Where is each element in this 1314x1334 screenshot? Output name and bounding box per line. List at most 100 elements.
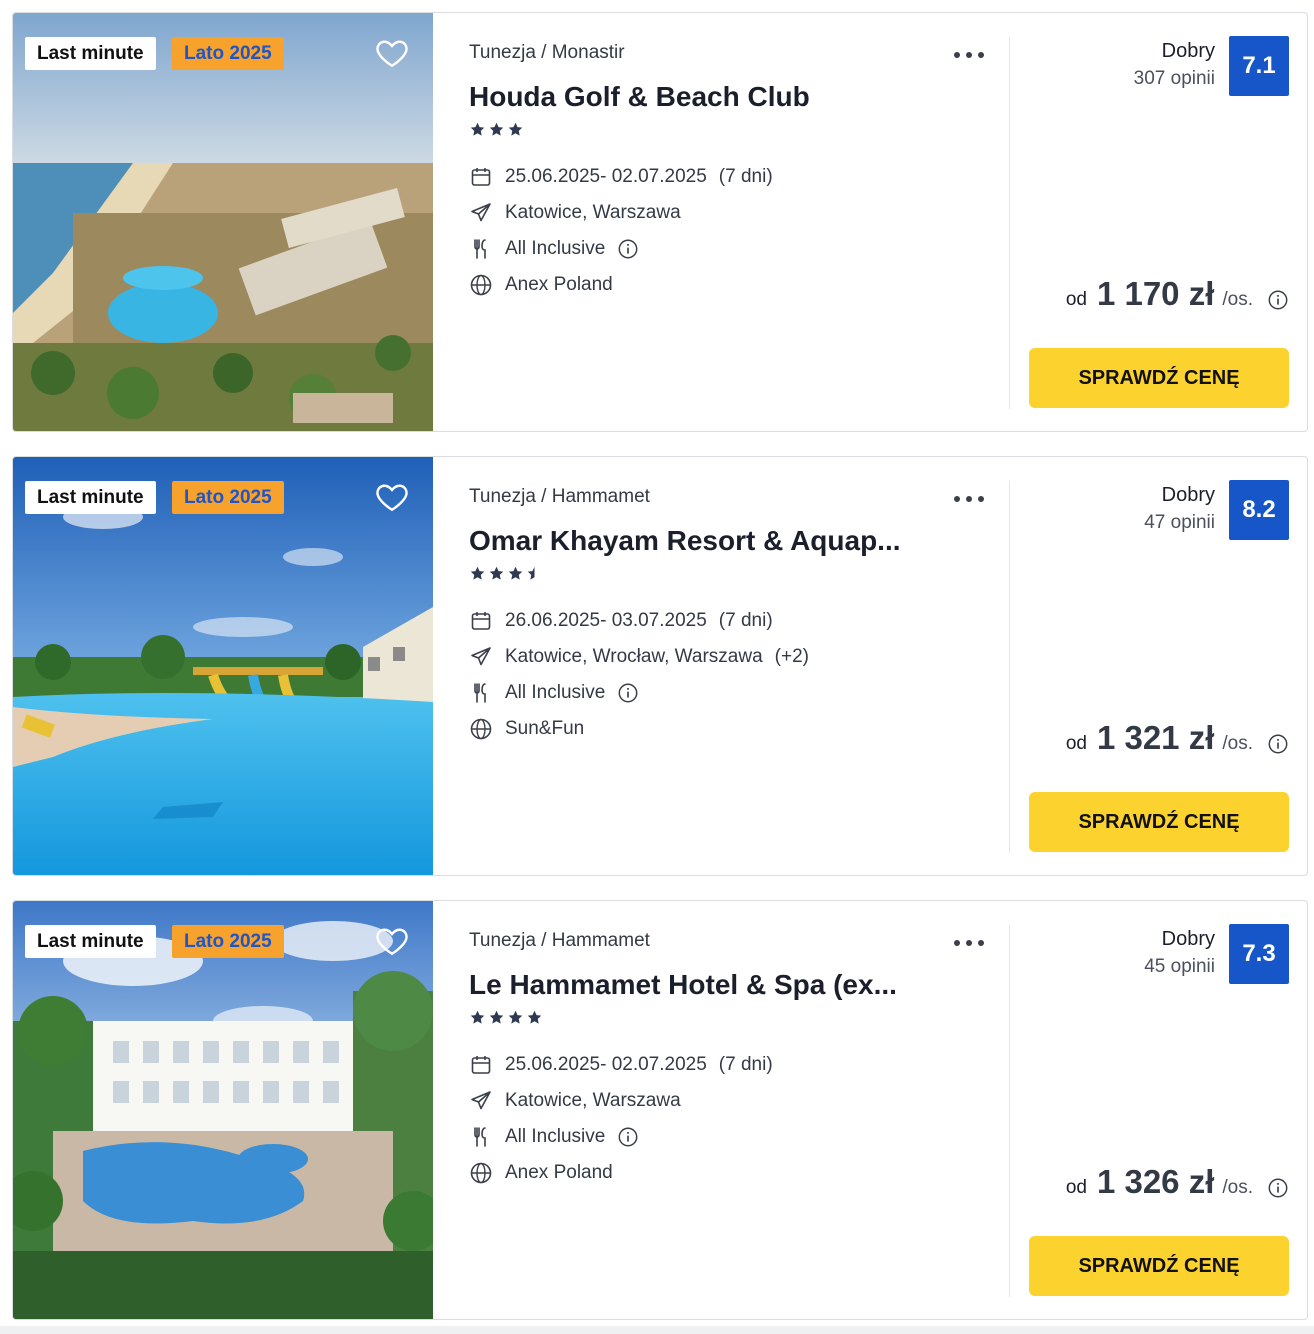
operator-text: Anex Poland [505, 1162, 613, 1183]
location-country[interactable]: Tunezja [469, 42, 536, 63]
breadcrumb: Tunezja / Hammamet [469, 930, 650, 952]
location-city[interactable]: Hammamet [552, 486, 650, 507]
star-icon [508, 1010, 523, 1024]
cutlery-icon [474, 1127, 486, 1147]
favorite-button[interactable] [373, 479, 411, 515]
star-icon [508, 566, 523, 580]
price-prefix: od [1065, 1177, 1087, 1198]
departures-text: Katowice, Wrocław, Warszawa [505, 646, 763, 667]
departures-text: Katowice, Warszawa [505, 202, 681, 223]
location-separator: / [541, 930, 547, 951]
hotel-photo[interactable] [13, 901, 433, 1319]
more-options-button[interactable] [951, 485, 987, 511]
more-dot [966, 52, 972, 58]
star-icon [470, 1010, 485, 1024]
location-city[interactable]: Monastir [552, 42, 625, 63]
offer-card[interactable]: Last minute Lato 2025 Tunezja / Hammamet… [12, 900, 1308, 1320]
hotel-stars [469, 121, 524, 143]
heart-outline-icon [376, 40, 408, 68]
globe-icon [470, 718, 492, 740]
reviews-count[interactable]: 45 opinii [1144, 956, 1215, 978]
cutlery-icon [474, 683, 486, 703]
operator-text: Anex Poland [505, 274, 613, 295]
more-dot [966, 940, 972, 946]
offer-info: Tunezja / Hammamet Le Hammamet Hotel & S… [469, 901, 999, 1319]
price-suffix: /os. [1222, 733, 1253, 754]
rating-score: 7.1 [1229, 36, 1289, 96]
calendar-icon [471, 612, 491, 630]
more-dots-icon [954, 496, 960, 502]
more-dot [966, 496, 972, 502]
check-price-button[interactable]: SPRAWDŹ CENĘ [1029, 1236, 1289, 1296]
info-circle-icon[interactable] [617, 682, 639, 704]
location-separator: / [541, 42, 547, 63]
globe-icon [470, 274, 492, 296]
heart-outline-icon [376, 928, 408, 956]
info-circle-icon[interactable] [617, 238, 639, 260]
more-dot [978, 52, 984, 58]
departures-extra[interactable]: (+2) [775, 646, 809, 668]
info-circle-icon[interactable] [1267, 1177, 1289, 1199]
info-circle-icon[interactable] [617, 1126, 639, 1148]
price-amount: 1 326 zł [1096, 1163, 1215, 1200]
hotel-name[interactable]: Omar Khayam Resort & Aquap... [469, 525, 969, 557]
location-country[interactable]: Tunezja [469, 930, 536, 951]
reviews-count[interactable]: 47 opinii [1144, 512, 1215, 534]
offer-card[interactable]: Last minute Lato 2025 Tunezja / Hammamet… [12, 456, 1308, 876]
hotel-name[interactable]: Houda Golf & Beach Club [469, 81, 969, 113]
rating-label: Dobry [1161, 484, 1215, 506]
location-city[interactable]: Hammamet [552, 930, 650, 951]
star-icon [470, 122, 485, 136]
season-badge: Lato 2025 [172, 37, 284, 70]
reviews-count[interactable]: 307 opinii [1134, 68, 1215, 90]
dates-row: 26.06.2025- 03.07.2025 (7 dni) [469, 607, 773, 635]
last-minute-badge: Last minute [25, 925, 156, 958]
favorite-button[interactable] [373, 923, 411, 959]
offer-card[interactable]: Last minute Lato 2025 Tunezja / Monastir… [12, 12, 1308, 432]
airplane-icon [471, 647, 491, 666]
check-price-button[interactable]: SPRAWDŹ CENĘ [1029, 792, 1289, 852]
check-price-button[interactable]: SPRAWDŹ CENĘ [1029, 348, 1289, 408]
hotel-name[interactable]: Le Hammamet Hotel & Spa (ex... [469, 969, 969, 1001]
season-badge: Lato 2025 [172, 481, 284, 514]
duration-text: (7 dni) [718, 166, 773, 187]
more-dots-icon [954, 52, 960, 58]
divider [1009, 925, 1010, 1297]
page-bottom-strip [0, 1326, 1314, 1334]
hotel-stars [469, 1009, 543, 1031]
breadcrumb: Tunezja / Hammamet [469, 486, 650, 508]
airplane-icon [471, 203, 491, 222]
breadcrumb: Tunezja / Monastir [469, 42, 625, 64]
more-options-button[interactable] [951, 929, 987, 955]
offer-info: Tunezja / Hammamet Omar Khayam Resort & … [469, 457, 999, 875]
star-icon [527, 1010, 542, 1024]
more-dots-icon [954, 940, 960, 946]
offer-info: Tunezja / Monastir Houda Golf & Beach Cl… [469, 13, 999, 431]
favorite-button[interactable] [373, 35, 411, 71]
operator-row: Sun&Fun [469, 715, 584, 743]
divider [1009, 37, 1010, 409]
info-circle-icon[interactable] [1267, 733, 1289, 755]
info-circle-icon[interactable] [1267, 289, 1289, 311]
more-dot [978, 496, 984, 502]
last-minute-badge: Last minute [25, 37, 156, 70]
rating-label: Dobry [1161, 928, 1215, 950]
hotel-photo[interactable] [13, 13, 433, 431]
board-text: All Inclusive [505, 1126, 606, 1147]
hotel-photo-image [13, 457, 433, 875]
airplane-icon [471, 1091, 491, 1110]
star-icon [489, 122, 504, 136]
departures-text: Katowice, Warszawa [505, 1090, 681, 1111]
price-amount: 1 170 zł [1096, 275, 1215, 312]
location-country[interactable]: Tunezja [469, 486, 536, 507]
board-text: All Inclusive [505, 238, 606, 259]
board-row: All Inclusive [469, 235, 639, 263]
star-icon [470, 566, 485, 580]
operator-row: Anex Poland [469, 271, 613, 299]
more-options-button[interactable] [951, 41, 987, 67]
price-prefix: od [1065, 289, 1087, 310]
price-suffix: /os. [1222, 289, 1253, 310]
hotel-photo[interactable] [13, 457, 433, 875]
heart-outline-icon [376, 484, 408, 512]
operator-row: Anex Poland [469, 1159, 613, 1187]
